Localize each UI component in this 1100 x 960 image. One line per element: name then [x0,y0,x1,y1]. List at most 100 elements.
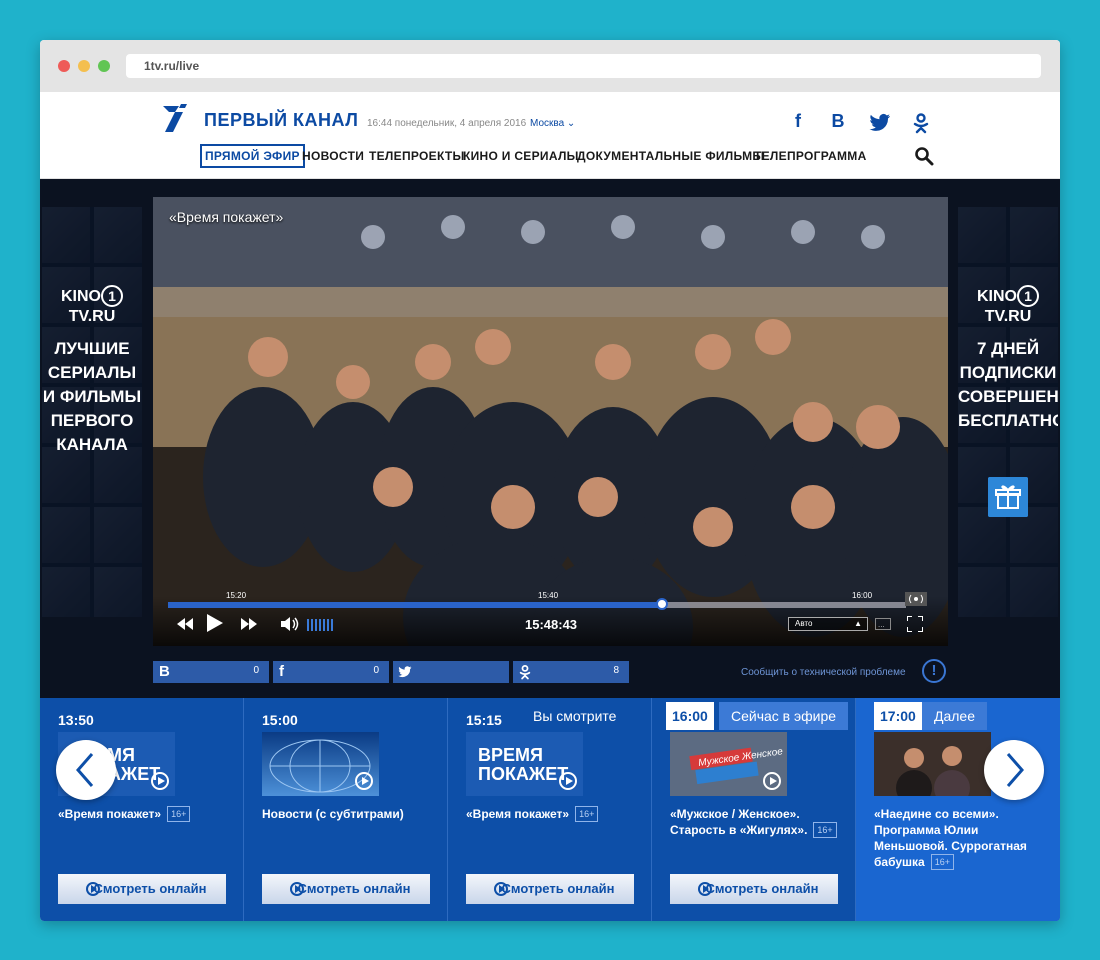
vkontakte-icon[interactable]: B [827,110,849,132]
timeline-tick: 16:00 [852,591,873,600]
odnoklassniki-icon [519,664,531,680]
next-badge: Далее [922,702,988,730]
schedule-slot[interactable]: 15:15 Вы смотрите ВРЕМЯ ПОКАЖЕТ «Время п… [448,698,652,921]
player-controls: 15:20 15:40 16:00 15:48:43 Авто ▲ ... [153,591,948,646]
nav-tv-guide[interactable]: ТЕЛЕПРОГРАММА [754,144,867,168]
nav-live[interactable]: ПРЯМОЙ ЭФИР [200,144,305,168]
schedule-strip: 13:50 ВРЕМЯ ПОКАЖЕТ «Время покажет» 16+ С… [40,698,1060,921]
progress-handle[interactable] [656,598,669,610]
odnoklassniki-icon[interactable] [910,112,932,134]
schedule-prev-button[interactable] [56,740,116,800]
chevron-right-icon [1006,753,1024,787]
nav-movies-series[interactable]: КИНО И СЕРИАЛЫ [463,144,579,168]
watch-online-button[interactable]: Смотреть онлайн [466,874,634,904]
age-rating-badge: 16+ [930,854,954,870]
browser-window: 1tv.ru/live ПЕРВЫЙ КАНАЛ 16:44 понедельн… [40,40,1060,921]
nav-news[interactable]: НОВОСТИ [302,144,364,168]
slot-title[interactable]: Новости (с субтитрами) [262,806,434,822]
show-still [874,732,991,796]
video-player[interactable]: «Время покажет» 15:20 15:40 16:00 15:48:… [153,197,948,646]
settings-icon[interactable]: ... [875,618,891,630]
facebook-icon[interactable]: f [787,110,809,132]
volume-level[interactable] [307,619,335,631]
quality-select[interactable]: Авто ▲ [788,617,868,631]
facebook-icon: f [279,663,284,680]
play-icon [763,772,781,790]
slot-title[interactable]: «Наедине со всеми». Программа Юлии Меньш… [874,806,1046,870]
thumbnail-caption: ВРЕМЯ ПОКАЖЕТ [478,745,569,784]
slot-time: 17:00 [874,702,922,730]
play-icon [559,772,577,790]
kinotv-logo: KINO 1TV.RU [958,285,1058,327]
channel-one-logo-icon[interactable] [159,104,187,134]
quality-label: Авто [795,619,813,628]
browser-toolbar: 1tv.ru/live [40,40,1060,92]
slot-title[interactable]: «Время покажет» 16+ [466,806,638,822]
slot-title-text: «Мужское / Женское». Старость в «Жигулях… [670,807,808,837]
schedule-slot[interactable]: 13:50 ВРЕМЯ ПОКАЖЕТ «Время покажет»16+ С… [40,698,244,921]
slot-thumbnail[interactable] [874,732,991,796]
slot-title-text: «Время покажет» [466,807,570,821]
current-time: 15:48:43 [525,617,578,632]
live-broadcast-frame [153,197,948,646]
fast-forward-icon[interactable] [241,618,257,630]
site-brand[interactable]: ПЕРВЫЙ КАНАЛ [204,109,358,131]
slot-thumbnail[interactable]: ВРЕМЯ ПОКАЖЕТ [466,732,583,796]
volume-icon[interactable] [281,616,301,632]
site-header: ПЕРВЫЙ КАНАЛ 16:44 понедельник, 4 апреля… [40,92,1060,179]
show-title: «Время покажет» [169,209,284,225]
schedule-slot-live[interactable]: 16:00 Сейчас в эфире Мужское Женское «Му… [652,698,856,921]
slot-thumbnail[interactable]: Мужское Женское [670,732,787,796]
timeline-tick: 15:40 [538,591,559,600]
timeline-tick: 15:20 [226,591,247,600]
minimize-window-button[interactable] [78,60,90,72]
close-window-button[interactable] [58,60,70,72]
play-icon[interactable] [207,614,223,632]
watch-online-button[interactable]: Смотреть онлайн [670,874,838,904]
nav-documentaries[interactable]: ДОКУМЕНТАЛЬНЫЕ ФИЛЬМЫ [577,144,764,168]
progress-bar[interactable]: 15:20 15:40 16:00 [168,591,906,610]
slot-title[interactable]: «Время покажет» 16+ [58,806,230,822]
nav-tv-projects[interactable]: ТЕЛЕПРОЕКТЫ [369,144,465,168]
rewind-icon[interactable] [177,618,193,630]
share-facebook-button[interactable]: f0 [273,661,389,683]
player-stage: KINO 1TV.RU ЛУЧШИЕ СЕРИАЛЫ И ФИЛЬМЫ ПЕРВО… [40,179,1060,698]
age-rating-badge: 16+ [167,806,191,822]
city-label: Москва [530,118,565,129]
kinotv-logo: KINO 1TV.RU [42,285,142,327]
left-promo-banner[interactable]: KINO 1TV.RU ЛУЧШИЕ СЕРИАЛЫ И ФИЛЬМЫ ПЕРВО… [42,207,142,617]
slot-time: 15:15 [466,712,502,728]
right-promo-banner[interactable]: KINO1TV.RU 7 ДНЕЙ ПОДПИСКИ СОВЕРШЕННО БЕ… [958,207,1058,617]
schedule-slot[interactable]: 15:00 Новости (с субтитрами) Смотреть он… [244,698,448,921]
schedule-slot-next[interactable]: 17:00 Далее «Наедине со всеми». Программ… [856,698,1060,921]
alert-icon[interactable]: ! [922,659,946,683]
maximize-window-button[interactable] [98,60,110,72]
share-odnoklassniki-button[interactable]: 8 [513,661,629,683]
gift-icon [988,477,1028,517]
slot-title[interactable]: «Мужское / Женское». Старость в «Жигулях… [670,806,842,838]
vkontakte-icon: B [159,663,170,680]
broadcast-icon[interactable] [905,592,927,606]
twitter-icon [398,666,412,678]
address-bar[interactable]: 1tv.ru/live [126,54,1041,78]
share-count: 0 [253,665,259,676]
play-icon [355,772,373,790]
kinotv-logo-suffix: TV.RU [68,308,116,325]
kinotv-logo-one: 1 [101,285,123,307]
fullscreen-icon[interactable] [907,616,923,632]
slot-status: Вы смотрите [533,708,617,724]
search-icon[interactable] [914,146,934,166]
watch-online-button[interactable]: Смотреть онлайн [262,874,430,904]
share-twitter-button[interactable] [393,661,509,683]
twitter-icon[interactable] [869,112,891,134]
report-problem-link[interactable]: Сообщить о технической проблеме [741,667,906,678]
progress-fill [168,602,663,608]
schedule-next-button[interactable] [984,740,1044,800]
city-selector[interactable]: Москва ⌄ [530,118,575,129]
caret-up-icon: ▲ [854,619,862,628]
kinotv-logo-suffix: TV.RU [984,308,1032,325]
watch-online-button[interactable]: Смотреть онлайн [58,874,226,904]
kinotv-logo-one: 1 [1017,285,1039,307]
slot-thumbnail[interactable] [262,732,379,796]
share-vkontakte-button[interactable]: B0 [153,661,269,683]
